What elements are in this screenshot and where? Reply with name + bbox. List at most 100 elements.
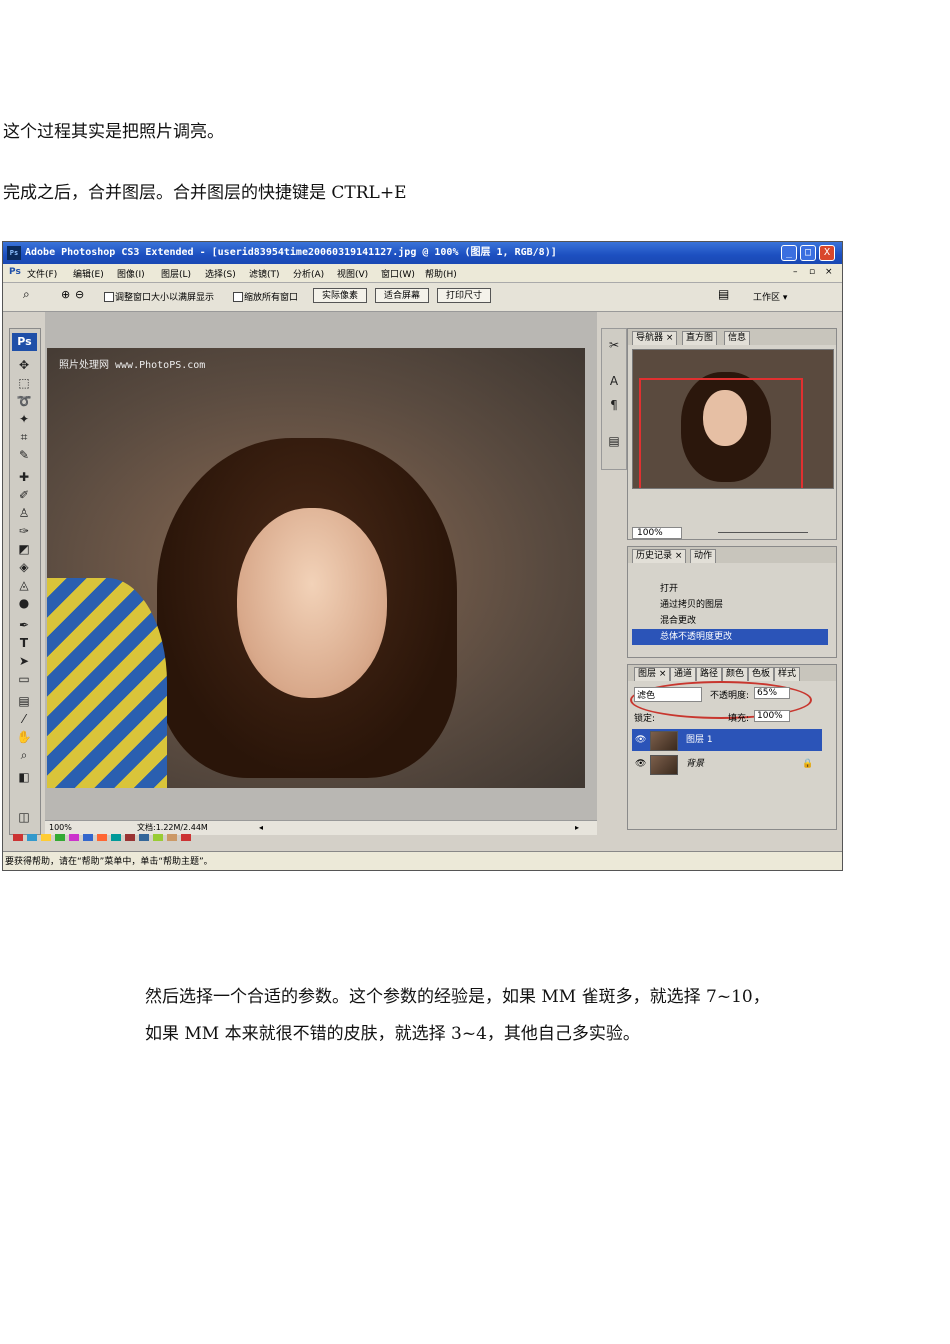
actual-pixels-button[interactable]: 实际像素 — [313, 288, 367, 303]
canvas-area[interactable]: 照片处理网 www.PhotoPS.com — [45, 312, 597, 830]
fill-label: 填充: — [728, 714, 750, 724]
healing-brush-icon[interactable]: ✚ — [14, 469, 34, 485]
pen-tool-icon[interactable]: ✒ — [14, 617, 34, 633]
tab-history[interactable]: 历史记录 × — [632, 549, 687, 563]
eyedropper-tool-icon[interactable]: ✎ — [14, 447, 34, 463]
layer-thumbnail — [650, 755, 678, 775]
doc-minimize-icon[interactable]: – — [793, 267, 798, 277]
menu-help[interactable]: 帮助(H) — [425, 267, 457, 280]
panel-dock-strip: ✂ A ¶ ▤ — [601, 328, 627, 470]
notes-tool-icon[interactable]: ▤ — [14, 693, 34, 709]
tab-color[interactable]: 颜色 — [722, 667, 749, 681]
menu-analysis[interactable]: 分析(A) — [293, 267, 324, 280]
tab-paths[interactable]: 路径 — [696, 667, 723, 681]
crop-tool-icon[interactable]: ⌗ — [14, 429, 34, 445]
visibility-eye-icon[interactable]: 👁 — [635, 753, 646, 775]
help-text: 要获得帮助，请在“帮助”菜单中，单击“帮助主题”。 — [5, 857, 213, 867]
paragraph-panel-icon[interactable]: ¶ — [604, 397, 624, 413]
doc-close-icon[interactable]: × — [825, 267, 833, 277]
type-tool-icon[interactable]: T — [14, 635, 34, 651]
history-brush-icon[interactable]: ✑ — [14, 523, 34, 539]
tab-histogram[interactable]: 直方图 — [682, 331, 718, 345]
zoom-tool-icon[interactable]: ⌕ — [23, 287, 30, 302]
history-tabs: 历史记录 × 动作 — [628, 547, 836, 563]
options-bar: ⌕ ⊕ ⊖ 调整窗口大小以满屏显示 缩放所有窗口 实际像素 适合屏幕 打印尺寸 … — [3, 283, 842, 312]
menu-window[interactable]: 窗口(W) — [381, 267, 415, 280]
layer-row-selected[interactable]: 👁 图层 1 — [632, 729, 822, 751]
layers-tabs: 图层 × 通道 路径 颜色 色板 样式 — [628, 665, 836, 681]
menu-filter[interactable]: 滤镜(T) — [249, 267, 280, 280]
history-item[interactable]: 通过拷贝的图层 — [632, 597, 828, 613]
menu-layer[interactable]: 图层(L) — [161, 267, 191, 280]
view-box[interactable] — [639, 378, 803, 488]
paragraph-2: 完成之后，合并图层。合并图层的快捷键是 CTRL+E — [3, 183, 407, 203]
tab-channels[interactable]: 通道 — [670, 667, 697, 681]
eyedropper2-icon[interactable]: ⁄ — [14, 711, 34, 727]
menu-view[interactable]: 视图(V) — [337, 267, 368, 280]
clone-stamp-icon[interactable]: ♙ — [14, 505, 34, 521]
navigator-slider[interactable] — [718, 532, 808, 533]
lasso-tool-icon[interactable]: ➰ — [14, 393, 34, 409]
tab-info[interactable]: 信息 — [724, 331, 751, 345]
paint-bucket-icon[interactable]: ◈ — [14, 559, 34, 575]
swatch — [111, 834, 121, 841]
tools-preset-icon[interactable]: ✂ — [604, 337, 624, 353]
resize-windows-label: 调整窗口大小以满屏显示 — [115, 293, 215, 303]
scroll-left-icon[interactable]: ◂ — [259, 821, 263, 835]
history-item[interactable]: 打开 — [632, 581, 828, 597]
history-item-selected[interactable]: 总体不透明度更改 — [632, 629, 828, 645]
close-button[interactable]: X — [819, 245, 835, 261]
lock-icon: 🔒 — [802, 759, 814, 769]
blend-mode-select[interactable]: 滤色 — [634, 687, 702, 702]
menu-select[interactable]: 选择(S) — [205, 267, 236, 280]
navigator-panel: 导航器 × 直方图 信息 100% — [627, 328, 837, 540]
hand-tool-icon[interactable]: ✋ — [14, 729, 34, 745]
dodge-tool-icon[interactable]: ● — [14, 595, 34, 611]
workspace-menu[interactable]: 工作区 ▾ — [753, 290, 787, 303]
blur-tool-icon[interactable]: ◬ — [14, 577, 34, 593]
opacity-input[interactable]: 65% — [754, 687, 790, 699]
menu-file[interactable]: 文件(F) — [27, 267, 57, 280]
doc-restore-icon[interactable]: ▫ — [809, 267, 815, 277]
eraser-tool-icon[interactable]: ◩ — [14, 541, 34, 557]
tab-styles[interactable]: 样式 — [774, 667, 801, 681]
shape-tool-icon[interactable]: ▭ — [14, 671, 34, 687]
minimize-button[interactable]: _ — [781, 245, 797, 261]
fit-screen-button[interactable]: 适合屏幕 — [375, 288, 429, 303]
print-size-button[interactable]: 打印尺寸 — [437, 288, 491, 303]
tab-layers[interactable]: 图层 × — [634, 667, 671, 681]
path-select-icon[interactable]: ➤ — [14, 653, 34, 669]
menu-edit[interactable]: 编辑(E) — [73, 267, 104, 280]
zoom-all-checkbox[interactable] — [233, 292, 243, 302]
layer-row[interactable]: 👁 背景 🔒 — [632, 753, 822, 775]
title-bar: Ps Adobe Photoshop CS3 Extended - [useri… — [3, 242, 842, 264]
marquee-tool-icon[interactable]: ⬚ — [14, 375, 34, 391]
layer-comps-icon[interactable]: ▤ — [604, 433, 624, 449]
layer-thumbnail — [650, 731, 678, 751]
help-status-bar: 要获得帮助，请在“帮助”菜单中，单击“帮助主题”。 — [3, 851, 842, 870]
tab-navigator[interactable]: 导航器 × — [632, 331, 678, 345]
zoom-tool2-icon[interactable]: ⌕ — [14, 747, 34, 763]
tab-actions[interactable]: 动作 — [690, 549, 717, 563]
scroll-right-icon[interactable]: ▸ — [575, 821, 579, 835]
bridge-icon[interactable]: ▤ — [718, 287, 729, 301]
status-zoom[interactable]: 100% — [49, 821, 72, 835]
maximize-button[interactable]: □ — [800, 245, 816, 261]
tab-swatches[interactable]: 色板 — [748, 667, 775, 681]
menu-image[interactable]: 图像(I) — [117, 267, 145, 280]
photo-canvas[interactable]: 照片处理网 www.PhotoPS.com — [47, 348, 585, 788]
navigator-zoom[interactable]: 100% — [632, 527, 682, 539]
brush-tool-icon[interactable]: ✐ — [14, 487, 34, 503]
magic-wand-icon[interactable]: ✦ — [14, 411, 34, 427]
history-item[interactable]: 混合更改 — [632, 613, 828, 629]
navigator-thumbnail[interactable] — [632, 349, 834, 489]
resize-windows-checkbox[interactable] — [104, 292, 114, 302]
quick-mask-icon[interactable]: ◫ — [14, 809, 34, 825]
character-panel-icon[interactable]: A — [604, 373, 624, 389]
move-tool-icon[interactable]: ✥ — [14, 357, 34, 373]
color-swatch-icon[interactable]: ◧ — [14, 769, 34, 785]
zoom-out-icon[interactable]: ⊖ — [75, 288, 84, 301]
zoom-in-icon[interactable]: ⊕ — [61, 288, 70, 301]
fill-input[interactable]: 100% — [754, 710, 790, 722]
visibility-eye-icon[interactable]: 👁 — [635, 729, 646, 751]
